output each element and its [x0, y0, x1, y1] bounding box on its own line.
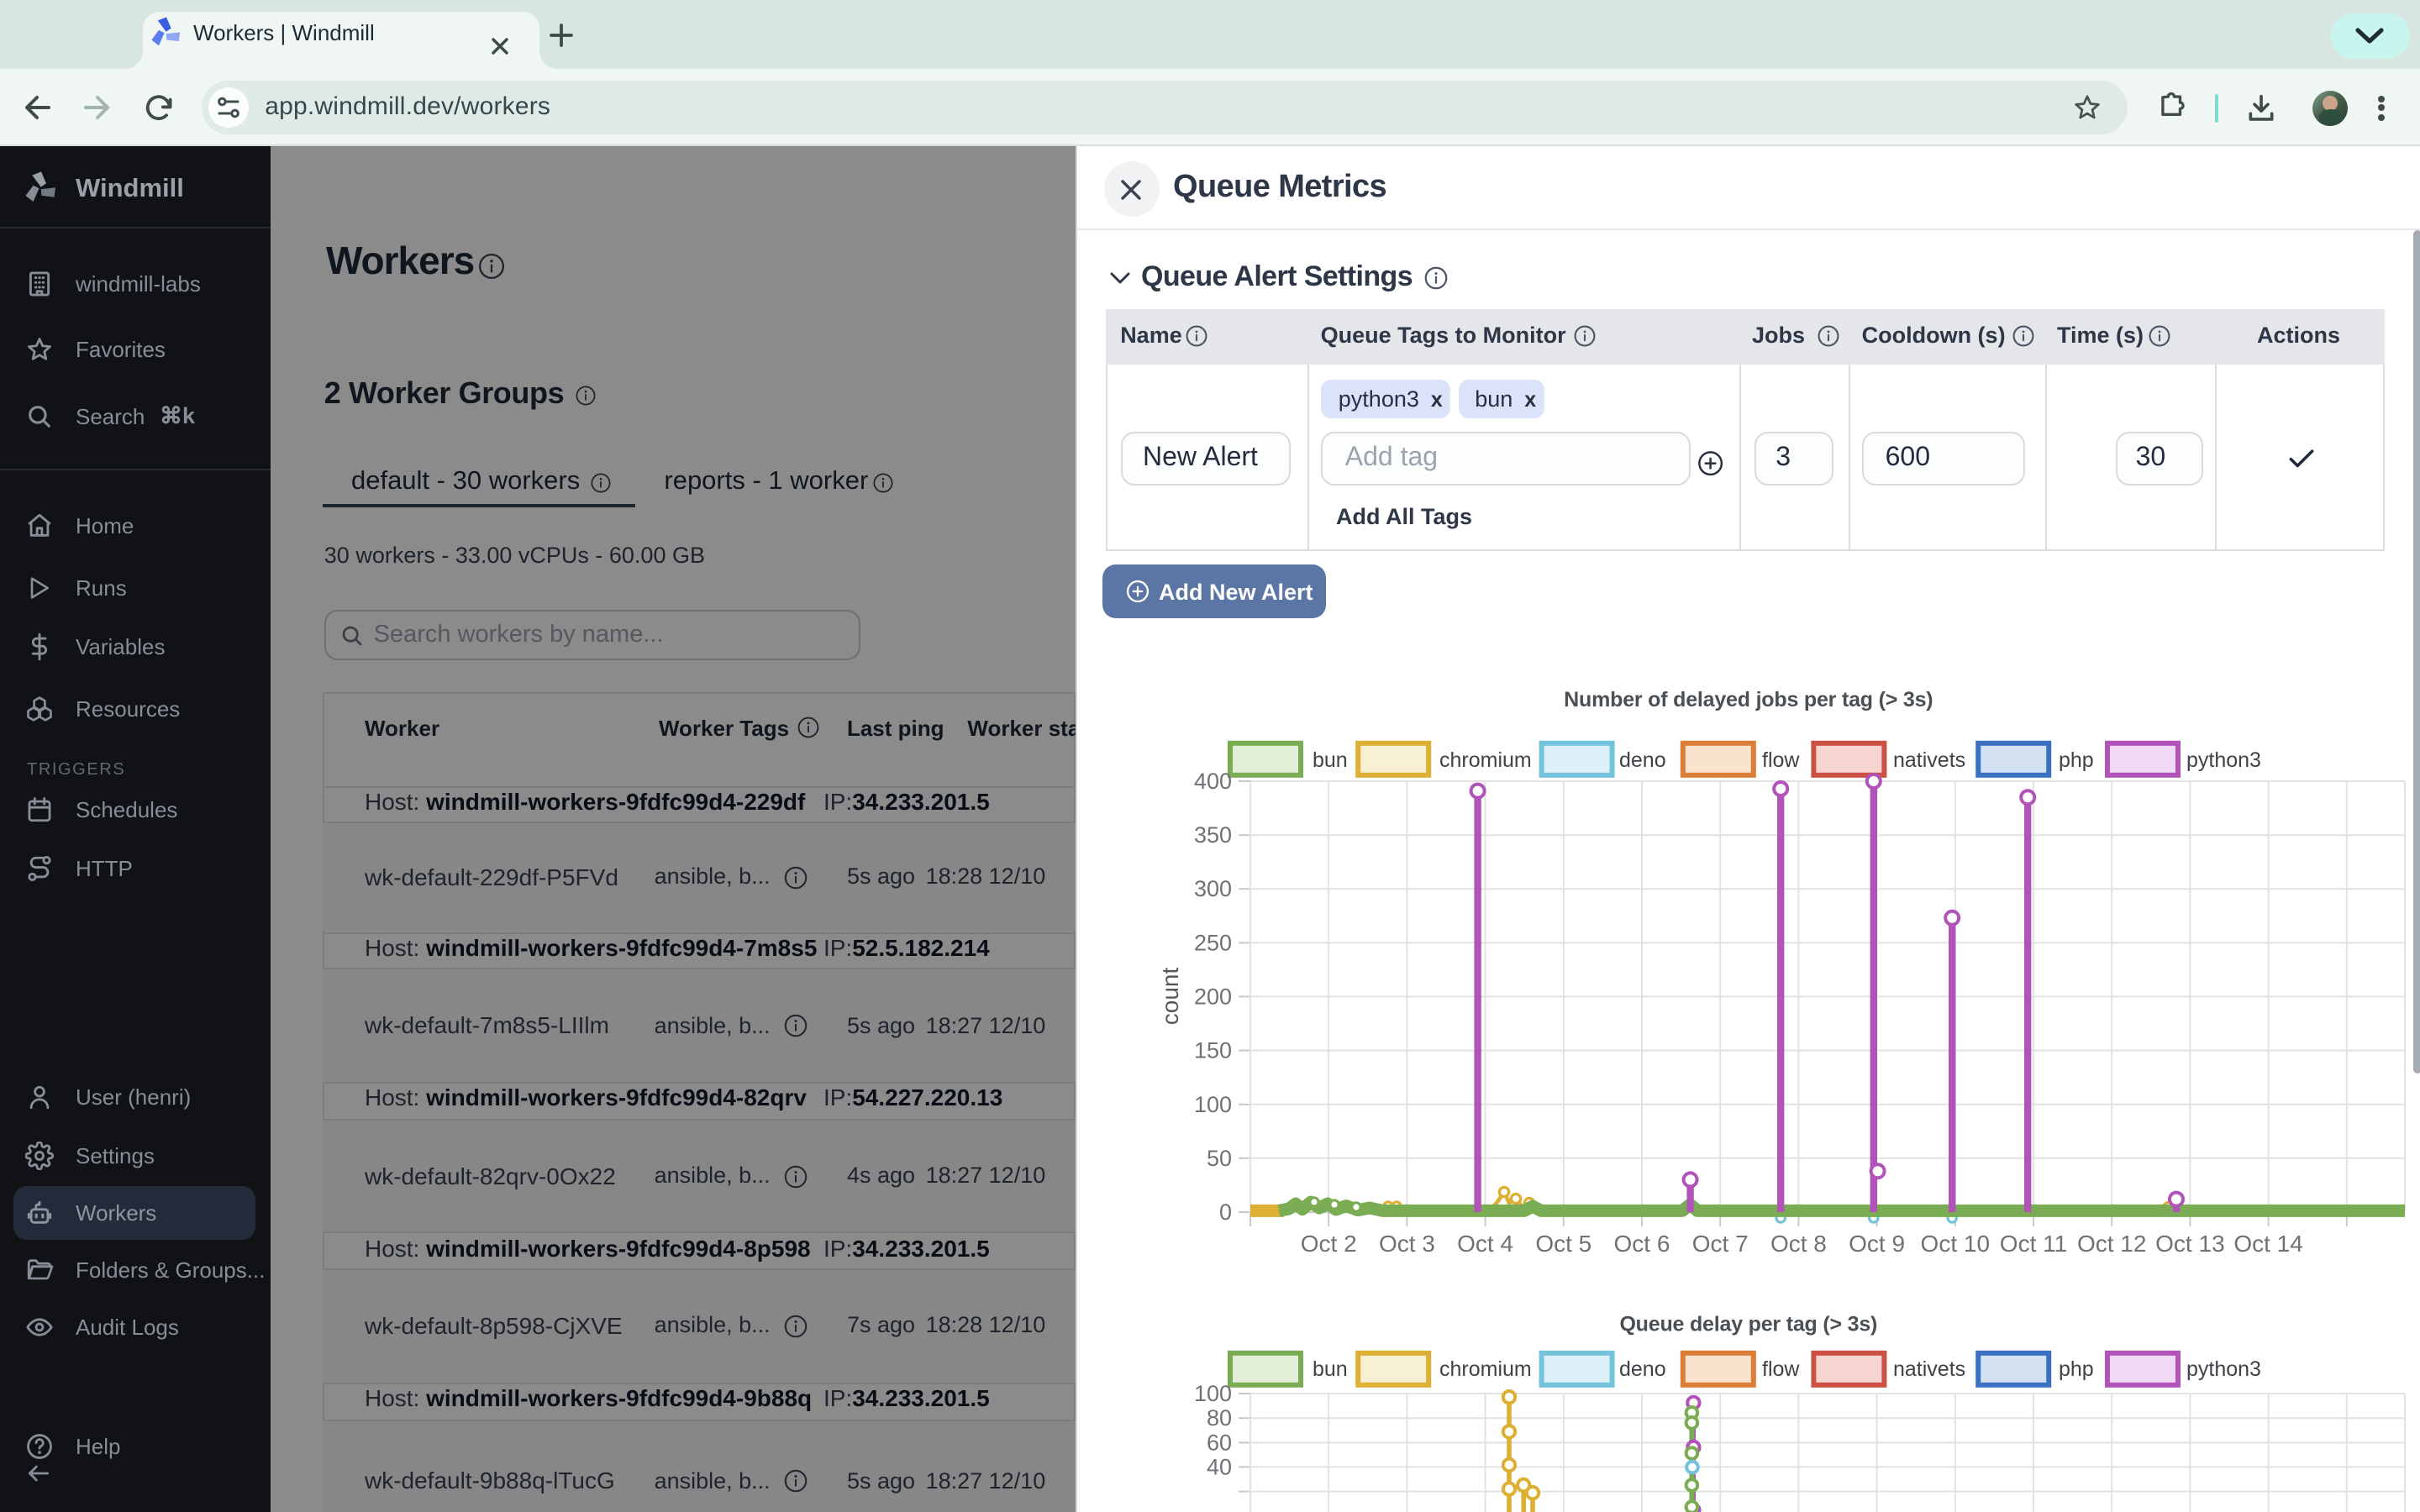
svg-text:nativets: nativets [1893, 1357, 1965, 1381]
svg-text:flow: flow [1762, 1357, 1800, 1381]
svg-text:Oct 7: Oct 7 [1692, 1231, 1749, 1257]
svg-text:Oct 6: Oct 6 [1614, 1231, 1670, 1257]
svg-text:nativets: nativets [1893, 748, 1965, 772]
svg-text:Oct 3: Oct 3 [1379, 1231, 1435, 1257]
svg-text:Oct 9: Oct 9 [1849, 1231, 1905, 1257]
svg-text:Oct 12: Oct 12 [2077, 1231, 2146, 1257]
svg-text:200: 200 [1194, 984, 1232, 1009]
svg-text:flow: flow [1762, 748, 1800, 772]
svg-text:count: count [1157, 968, 1183, 1026]
svg-text:chromium: chromium [1439, 1357, 1532, 1381]
svg-text:80: 80 [1207, 1405, 1232, 1431]
svg-text:Oct 14: Oct 14 [2233, 1231, 2302, 1257]
svg-text:bun: bun [1313, 748, 1348, 772]
svg-text:Oct 10: Oct 10 [1921, 1231, 1990, 1257]
svg-text:python3: python3 [2186, 1357, 2261, 1381]
svg-text:Oct 11: Oct 11 [2000, 1231, 2067, 1257]
svg-text:Oct 4: Oct 4 [1457, 1231, 1513, 1257]
svg-text:350: 350 [1194, 822, 1232, 848]
svg-text:deno: deno [1619, 748, 1666, 772]
svg-text:150: 150 [1194, 1038, 1232, 1063]
svg-text:100: 100 [1194, 1092, 1232, 1117]
svg-text:400: 400 [1194, 769, 1232, 794]
svg-text:Number of delayed jobs per tag: Number of delayed jobs per tag (> 3s) [1564, 688, 1933, 711]
svg-text:Oct 13: Oct 13 [2155, 1231, 2224, 1257]
svg-text:0: 0 [1219, 1200, 1232, 1225]
svg-text:Oct 5: Oct 5 [1535, 1231, 1591, 1257]
svg-text:100: 100 [1194, 1381, 1232, 1406]
svg-text:bun: bun [1313, 1357, 1348, 1381]
svg-text:deno: deno [1619, 1357, 1666, 1381]
svg-text:python3: python3 [2186, 748, 2261, 772]
svg-text:chromium: chromium [1439, 748, 1532, 772]
svg-text:Oct 8: Oct 8 [1770, 1231, 1827, 1257]
svg-text:php: php [2059, 1357, 2094, 1381]
svg-text:250: 250 [1194, 930, 1232, 955]
svg-text:300: 300 [1194, 876, 1232, 901]
svg-text:Oct 2: Oct 2 [1301, 1231, 1357, 1257]
svg-text:php: php [2059, 748, 2094, 772]
svg-text:40: 40 [1207, 1454, 1232, 1479]
svg-text:50: 50 [1207, 1146, 1232, 1171]
svg-text:Queue delay per tag (> 3s): Queue delay per tag (> 3s) [1619, 1313, 1877, 1336]
svg-text:60: 60 [1207, 1430, 1232, 1455]
